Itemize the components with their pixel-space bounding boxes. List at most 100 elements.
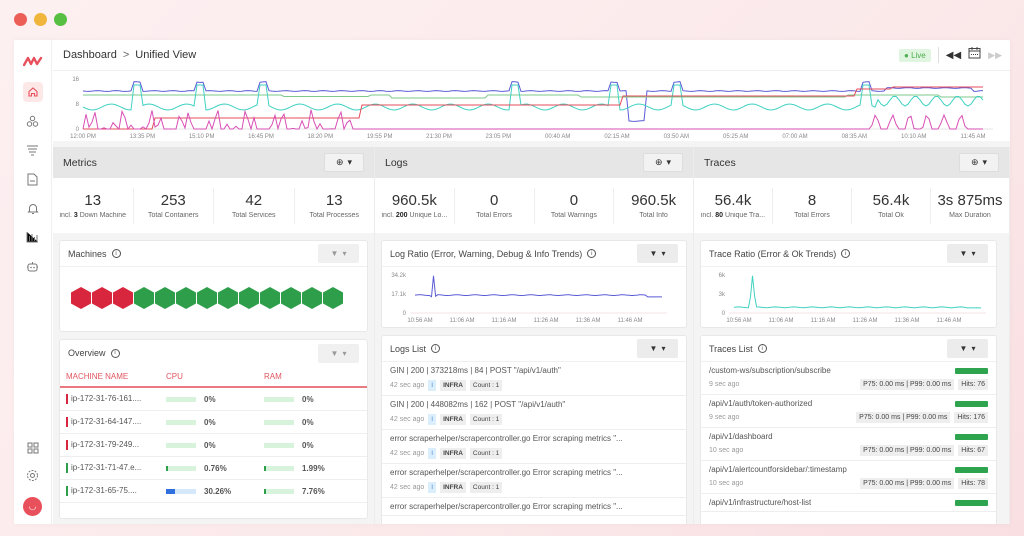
column-header-ram[interactable]: RAM bbox=[258, 366, 367, 388]
column-header-machine[interactable]: MACHINE NAME bbox=[60, 366, 160, 388]
machine-hex-up[interactable] bbox=[281, 287, 301, 309]
machine-hex-up[interactable] bbox=[239, 287, 259, 309]
info-icon[interactable]: i bbox=[431, 344, 441, 353]
list-item[interactable]: error scraperhelper/scrapercontroller.go… bbox=[382, 498, 686, 516]
table-row[interactable]: ip-172-31-76-161.... 0% 0% bbox=[60, 387, 367, 411]
logs-list-filter-button[interactable]: ▼ ▾ bbox=[637, 339, 678, 358]
gear-icon[interactable] bbox=[26, 469, 39, 487]
traces-list-title: Traces List bbox=[709, 343, 753, 354]
stat-unique-traces[interactable]: 56.4k incl. 80 Unique Tra... bbox=[694, 187, 773, 224]
table-row[interactable]: ip-172-31-64-147.... 0% 0% bbox=[60, 410, 367, 434]
list-item[interactable]: /api/v1/dashboard 10 sec ago P75: 0.00 ms … bbox=[701, 428, 996, 461]
list-item[interactable]: /api/v1/auth/token-authorized 9 sec ago P7… bbox=[701, 395, 996, 428]
list-item[interactable]: error scraperhelper/scrapercontroller.go… bbox=[382, 464, 686, 498]
stat-trace-errors[interactable]: 8 Total Errors bbox=[773, 187, 852, 224]
stat-unique-logs[interactable]: 960.5k incl. 200 Unique Lo... bbox=[375, 187, 455, 224]
machine-hex-down[interactable] bbox=[71, 287, 91, 309]
y-tick-label: 0 bbox=[76, 127, 80, 133]
document-icon[interactable] bbox=[23, 169, 43, 189]
machine-hex-down[interactable] bbox=[92, 287, 112, 309]
column-header-cpu[interactable]: CPU bbox=[160, 366, 258, 388]
robot-icon[interactable] bbox=[23, 256, 43, 276]
stat-value: 42 bbox=[245, 192, 263, 209]
machines-filter-button[interactable]: ▼ ▾ bbox=[318, 244, 359, 263]
machine-hex-up[interactable] bbox=[302, 287, 322, 309]
grid-icon[interactable] bbox=[27, 441, 39, 459]
info-icon[interactable]: i bbox=[111, 249, 121, 258]
infrastructure-icon[interactable] bbox=[23, 111, 43, 131]
table-row[interactable]: ip-172-31-65-75.... 30.26% 7.76% bbox=[60, 479, 367, 503]
machine-hex-down[interactable] bbox=[113, 287, 133, 309]
timeline-chart[interactable]: 16 8 0 12:00 PM 13:35 PM 15:10 PM 16:45 PM 18:2… bbox=[53, 71, 1010, 141]
stat-info[interactable]: 960.5k Total Info bbox=[614, 188, 693, 224]
rewind-icon[interactable]: ◀◀ bbox=[946, 50, 961, 61]
avatar[interactable]: ◡ bbox=[23, 497, 42, 516]
trace-ratio-filter-button[interactable]: ▼ ▾ bbox=[947, 244, 988, 263]
log-count-badge: Count : 1 bbox=[469, 482, 503, 493]
info-icon[interactable]: i bbox=[587, 249, 597, 258]
fast-forward-icon[interactable]: ▶▶ bbox=[988, 50, 1002, 61]
x-tick-label: 12:00 PM bbox=[70, 134, 96, 140]
bar-chart-icon[interactable] bbox=[23, 227, 43, 247]
list-item[interactable]: /custom-ws/subscription/subscribe 9 sec a… bbox=[701, 362, 996, 395]
close-window-button[interactable] bbox=[14, 13, 27, 26]
stat-label: Total Processes bbox=[309, 212, 359, 219]
machine-hex-up[interactable] bbox=[218, 287, 238, 309]
series-line-red bbox=[83, 86, 983, 130]
calendar-icon[interactable] bbox=[968, 46, 981, 64]
table-row[interactable]: ip-172-31-71-47.e... 0.76% 1.99% bbox=[60, 456, 367, 480]
machine-name[interactable]: ip-172-31-65-75.... bbox=[60, 479, 160, 503]
table-row[interactable]: ip-172-31-79-249... 0% 0% bbox=[60, 433, 367, 457]
stat-trace-ok[interactable]: 56.4k Total Ok bbox=[852, 187, 931, 224]
y-tick-label: 3k bbox=[719, 292, 726, 298]
stat-machines[interactable]: 13 incl. 3 Down Machine bbox=[53, 187, 134, 224]
x-tick-label: 10:10 AM bbox=[901, 134, 926, 140]
info-icon[interactable]: i bbox=[110, 348, 120, 358]
maximize-window-button[interactable] bbox=[54, 13, 67, 26]
machine-hex-up[interactable] bbox=[155, 287, 175, 309]
info-icon[interactable]: i bbox=[841, 249, 851, 258]
machine-hex-up[interactable] bbox=[323, 287, 343, 309]
overview-filter-button[interactable]: ▼ ▾ bbox=[318, 343, 359, 363]
machine-name[interactable]: ip-172-31-71-47.e... bbox=[60, 456, 160, 480]
machine-name[interactable]: ip-172-31-76-161.... bbox=[60, 387, 160, 411]
caret-down-icon: ▾ bbox=[661, 249, 666, 258]
live-badge[interactable]: ● Live bbox=[899, 48, 931, 62]
machine-hex-up[interactable] bbox=[134, 287, 154, 309]
stat-processes[interactable]: 13 Total Processes bbox=[295, 188, 375, 224]
list-item[interactable]: error scraperhelper/scrapercontroller.go… bbox=[382, 430, 686, 464]
log-source-badge: INFRA bbox=[440, 414, 466, 425]
log-ratio-chart[interactable]: 34.2k 17.1k 010:56 AM 11:06 AM 11:16 AM 11:26… bbox=[382, 267, 682, 325]
middleware-logo[interactable] bbox=[22, 54, 43, 68]
stat-containers[interactable]: 253 Total Containers bbox=[134, 187, 214, 224]
stat-label: Total Ok bbox=[878, 212, 904, 219]
list-item[interactable]: /api/v1/infrastructure/host-list bbox=[701, 494, 996, 512]
logs-add-widget-button[interactable]: ⊕ ▾ bbox=[643, 153, 683, 172]
stat-warnings[interactable]: 0 Total Warnings bbox=[535, 187, 615, 224]
breadcrumb-dashboard[interactable]: Dashboard bbox=[63, 49, 117, 61]
list-item[interactable]: GIN | 200 | 448082ms | 162 | POST "/api/… bbox=[382, 396, 686, 430]
logs-icon[interactable] bbox=[23, 140, 43, 160]
list-item[interactable]: GIN | 200 | 373218ms | 84 | POST "/api/v… bbox=[382, 362, 686, 396]
log-ratio-filter-button[interactable]: ▼ ▾ bbox=[637, 244, 678, 263]
home-icon[interactable] bbox=[22, 82, 43, 102]
stat-max-duration[interactable]: 3s 875ms Max Duration bbox=[931, 188, 1009, 224]
machine-hex-up[interactable] bbox=[197, 287, 217, 309]
log-message: error scraperhelper/scrapercontroller.go… bbox=[390, 502, 623, 511]
traces-add-widget-button[interactable]: ⊕ ▾ bbox=[959, 153, 999, 172]
traces-list-filter-button[interactable]: ▼ ▾ bbox=[947, 339, 988, 358]
stat-services[interactable]: 42 Total Services bbox=[214, 187, 295, 224]
info-icon[interactable]: i bbox=[757, 344, 767, 353]
stat-errors[interactable]: 0 Total Errors bbox=[455, 187, 535, 224]
minimize-window-button[interactable] bbox=[34, 13, 47, 26]
logs-list: GIN | 200 | 373218ms | 84 | POST "/api/v… bbox=[382, 362, 686, 516]
bell-icon[interactable] bbox=[23, 198, 43, 218]
x-tick-label: 08:35 AM bbox=[842, 134, 867, 140]
metrics-add-widget-button[interactable]: ⊕ ▾ bbox=[324, 153, 364, 172]
machine-hex-up[interactable] bbox=[176, 287, 196, 309]
machine-name[interactable]: ip-172-31-79-249... bbox=[60, 433, 160, 457]
machine-name[interactable]: ip-172-31-64-147.... bbox=[60, 410, 160, 434]
list-item[interactable]: /api/v1/alertcountforsidebar/:timestamp 1… bbox=[701, 461, 996, 494]
trace-ratio-chart[interactable]: 6k 3k 010:56 AM 11:06 AM 11:16 AM 11:26 AM 11:… bbox=[701, 267, 997, 325]
machine-hex-up[interactable] bbox=[260, 287, 280, 309]
